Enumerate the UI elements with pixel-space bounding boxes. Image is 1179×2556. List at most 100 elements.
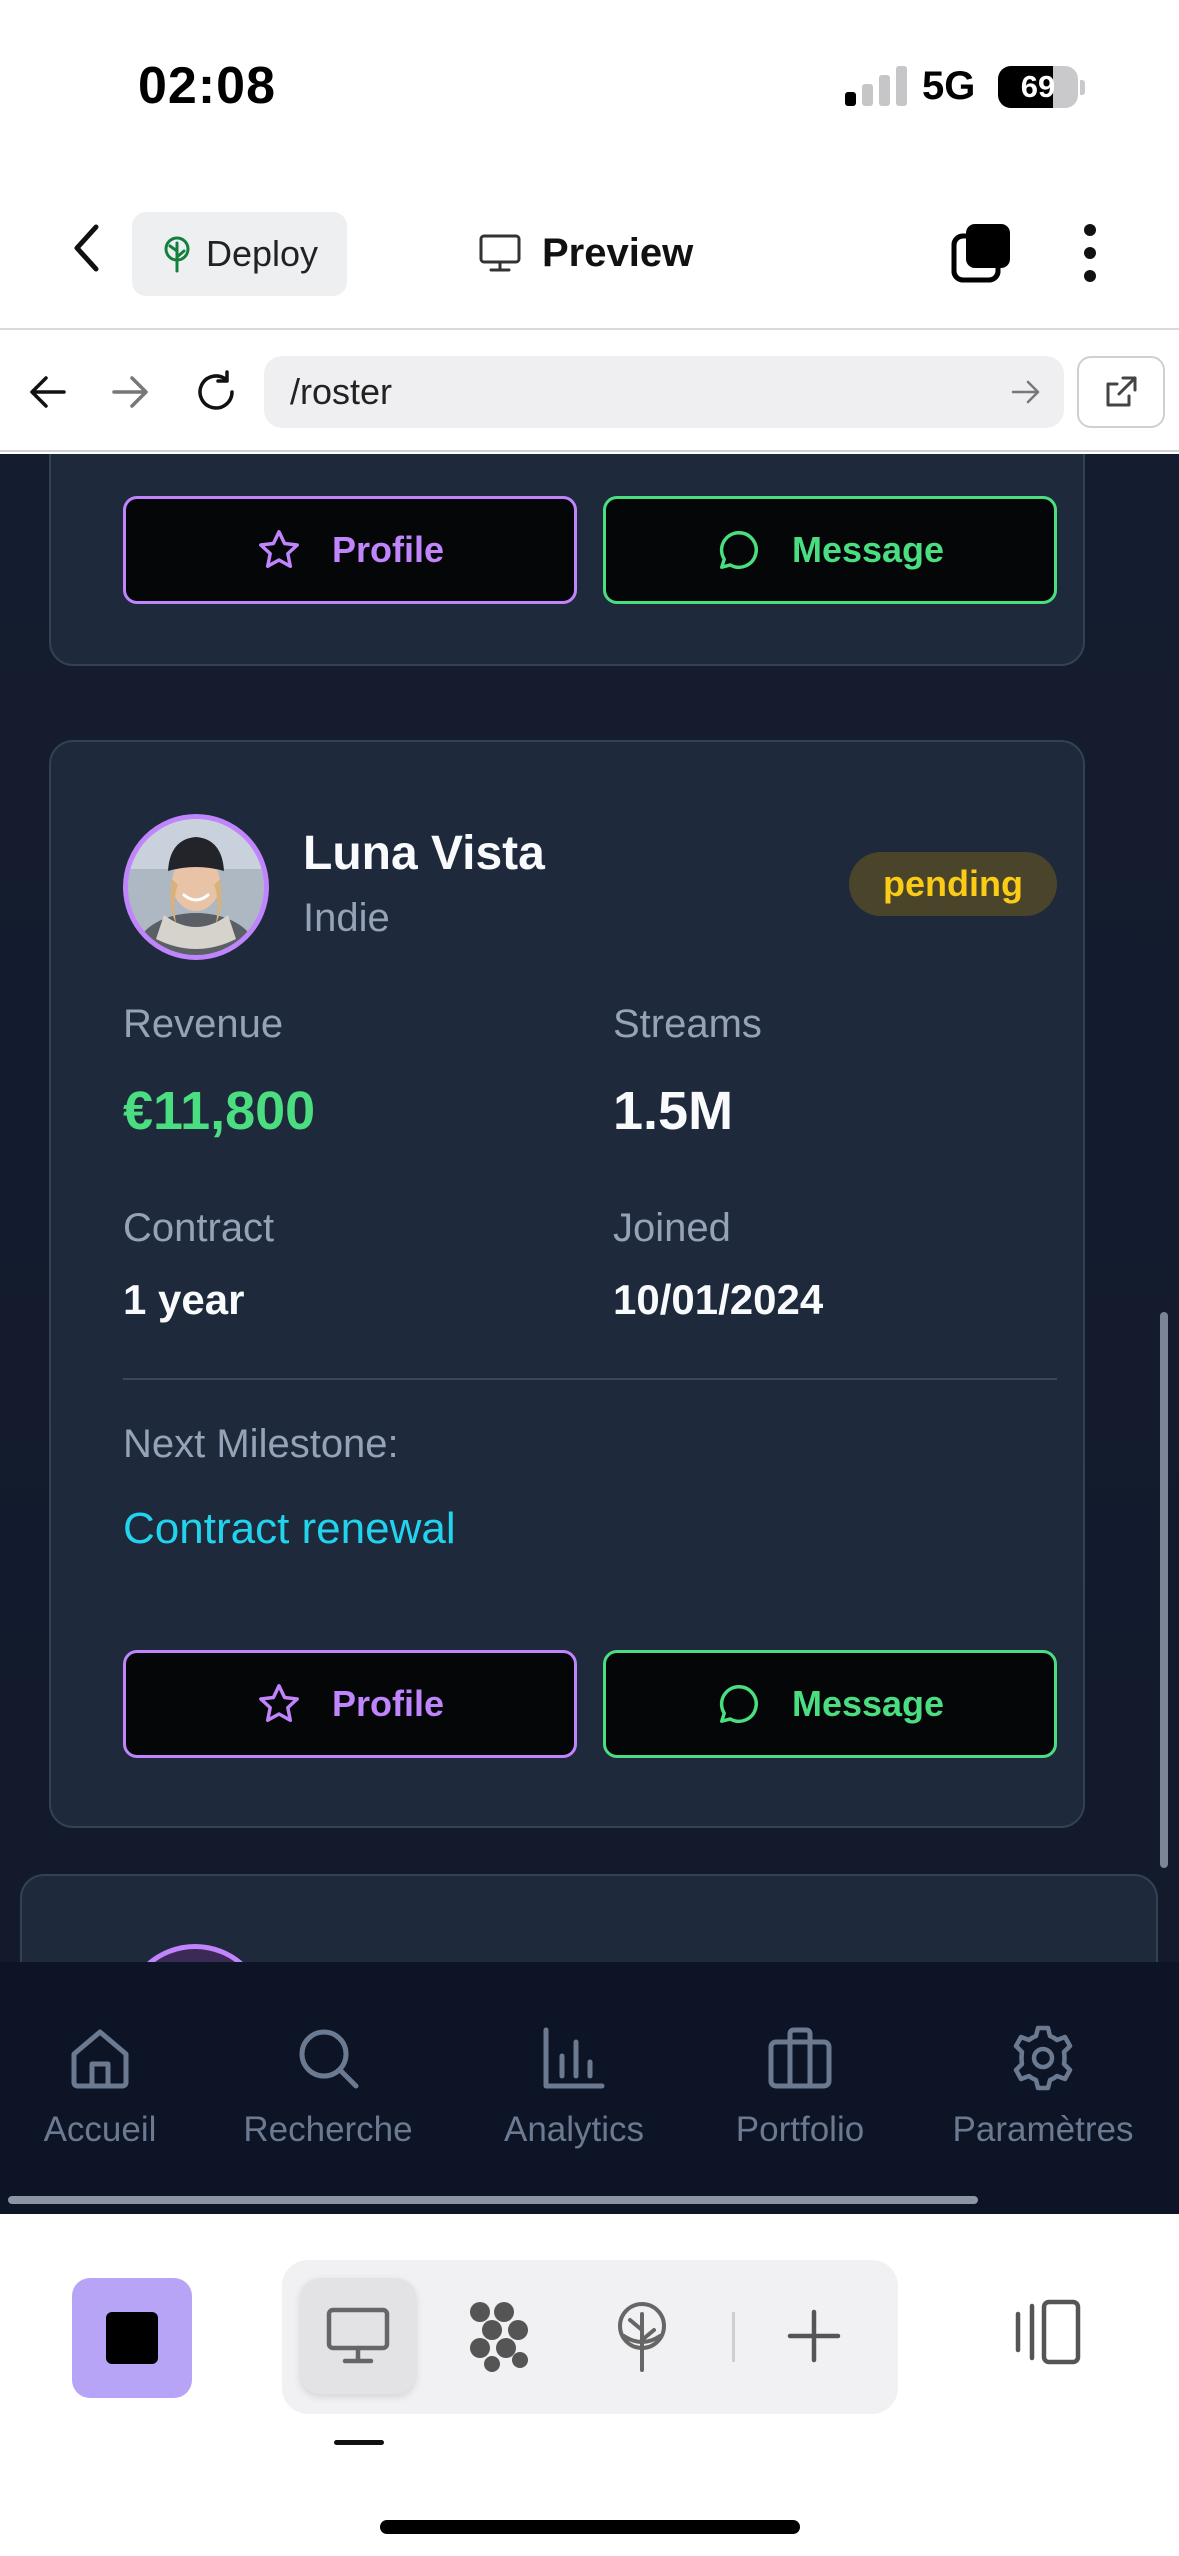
plus-icon xyxy=(787,2309,841,2363)
nav-item-parametres[interactable]: Paramètres xyxy=(933,2024,1153,2150)
bottom-navigation: Accueil Recherche Analytics Portfolio Pa… xyxy=(0,1962,1179,2214)
revenue-value: €11,800 xyxy=(123,1081,316,1141)
nav-label: Recherche xyxy=(243,2110,413,2149)
vertical-scrollbar[interactable] xyxy=(1160,1312,1168,1868)
toolbar-separator xyxy=(732,2312,735,2362)
artist-avatar[interactable] xyxy=(123,814,269,960)
status-time: 02:08 xyxy=(138,57,276,115)
horizontal-scrollbar[interactable] xyxy=(8,2196,978,2204)
artist-card-previous: Profile Message xyxy=(49,454,1085,666)
browser-forward-button[interactable] xyxy=(100,362,160,422)
streams-value: 1.5M xyxy=(613,1081,734,1141)
workflow-view-button[interactable] xyxy=(442,2278,558,2394)
nav-label: Analytics xyxy=(503,2110,645,2149)
nav-item-portfolio[interactable]: Portfolio xyxy=(690,2024,910,2150)
layout-toggle-button[interactable] xyxy=(1008,2294,1084,2370)
artist-card: Luna Vista Indie pending Revenue €11,800… xyxy=(49,740,1085,1828)
open-external-button[interactable] xyxy=(1077,356,1165,428)
editor-toolbar xyxy=(0,2214,1179,2556)
arrow-right-icon xyxy=(112,376,148,408)
url-input[interactable]: /roster xyxy=(264,356,1064,428)
milestone-label: Next Milestone: xyxy=(123,1422,399,1466)
network-type: 5G xyxy=(922,64,976,108)
monitor-icon xyxy=(479,234,521,272)
external-link-icon xyxy=(1106,376,1137,407)
artist-name: Luna Vista xyxy=(303,827,545,880)
nav-label: Accueil xyxy=(43,2110,157,2149)
artist-avatar[interactable] xyxy=(122,1944,268,1962)
chat-bubble-icon xyxy=(719,531,758,569)
deploy-button[interactable]: Deploy xyxy=(132,212,347,296)
url-text: /roster xyxy=(290,371,393,412)
battery-icon: 69 xyxy=(998,66,1078,108)
stop-icon xyxy=(106,2312,158,2364)
vertical-dots-icon xyxy=(1084,224,1096,282)
nav-label: Portfolio xyxy=(735,2110,865,2149)
roster-content[interactable]: Profile Message Luna Vista Indie pending xyxy=(0,454,1179,1962)
artist-card-next xyxy=(20,1874,1158,1962)
tabs-switcher-button[interactable] xyxy=(950,222,1012,284)
nav-item-analytics[interactable]: Analytics xyxy=(464,2024,684,2150)
monitor-icon xyxy=(326,2307,390,2364)
reload-button[interactable] xyxy=(186,362,246,422)
stacked-squares-icon xyxy=(951,224,1010,283)
message-label: Message xyxy=(791,1683,945,1724)
app-header: Deploy Preview xyxy=(0,170,1179,330)
profile-label: Profile xyxy=(331,529,445,570)
briefcase-icon xyxy=(768,2027,832,2089)
search-icon xyxy=(299,2029,359,2089)
home-indicator xyxy=(380,2520,800,2534)
joined-label: Joined xyxy=(613,1206,731,1250)
battery-tip xyxy=(1080,80,1085,95)
back-button[interactable] xyxy=(58,220,114,276)
artist-type: Indie xyxy=(303,896,390,940)
star-icon xyxy=(259,1684,299,1723)
milestone-value: Contract renewal xyxy=(123,1504,456,1553)
status-bar: 02:08 5G 69 xyxy=(0,0,1179,170)
deploy-tree-icon xyxy=(618,2302,666,2372)
contract-value: 1 year xyxy=(123,1276,245,1323)
deploy-view-button[interactable] xyxy=(584,2278,700,2394)
cellular-signal-icon xyxy=(845,66,907,106)
revenue-label: Revenue xyxy=(123,1002,284,1046)
deploy-label: Deploy xyxy=(206,233,319,274)
preview-label: Preview xyxy=(542,230,694,275)
deploy-tree-icon xyxy=(164,236,190,273)
preview-view-button[interactable] xyxy=(300,2278,416,2394)
go-arrow-icon[interactable] xyxy=(1008,374,1044,410)
gear-icon xyxy=(1013,2025,1073,2091)
battery-level: 69 xyxy=(1020,69,1056,104)
nav-item-accueil[interactable]: Accueil xyxy=(0,2024,210,2150)
chevron-left-icon xyxy=(74,224,99,272)
profile-button[interactable]: Profile xyxy=(123,496,577,604)
reload-icon xyxy=(198,370,234,410)
add-button[interactable] xyxy=(756,2278,872,2394)
browser-back-button[interactable] xyxy=(18,362,78,422)
browser-bar: /roster xyxy=(0,332,1179,452)
message-button[interactable]: Message xyxy=(603,496,1057,604)
panel-layout-icon xyxy=(1015,2299,1081,2365)
message-button[interactable]: Message xyxy=(603,1650,1057,1758)
star-icon xyxy=(259,530,299,569)
joined-value: 10/01/2024 xyxy=(613,1276,824,1323)
nodes-cluster-icon xyxy=(470,2302,528,2372)
contract-label: Contract xyxy=(123,1206,275,1250)
profile-button[interactable]: Profile xyxy=(123,1650,577,1758)
profile-label: Profile xyxy=(331,1683,445,1724)
card-divider xyxy=(123,1378,1057,1380)
stop-button[interactable] xyxy=(72,2278,192,2398)
bar-chart-icon xyxy=(543,2027,605,2089)
more-options-button[interactable] xyxy=(1068,222,1112,284)
status-badge: pending xyxy=(849,852,1057,916)
view-switcher xyxy=(282,2260,898,2414)
active-view-indicator xyxy=(334,2440,384,2445)
preview-title: Preview xyxy=(478,220,693,286)
avatar-image xyxy=(128,819,264,955)
streams-label: Streams xyxy=(613,1002,762,1046)
nav-label: Paramètres xyxy=(952,2110,1134,2149)
message-label: Message xyxy=(791,529,945,570)
nav-item-recherche[interactable]: Recherche xyxy=(218,2024,438,2150)
chat-bubble-icon xyxy=(719,1685,758,1723)
home-icon xyxy=(71,2029,129,2089)
arrow-left-icon xyxy=(30,376,66,408)
